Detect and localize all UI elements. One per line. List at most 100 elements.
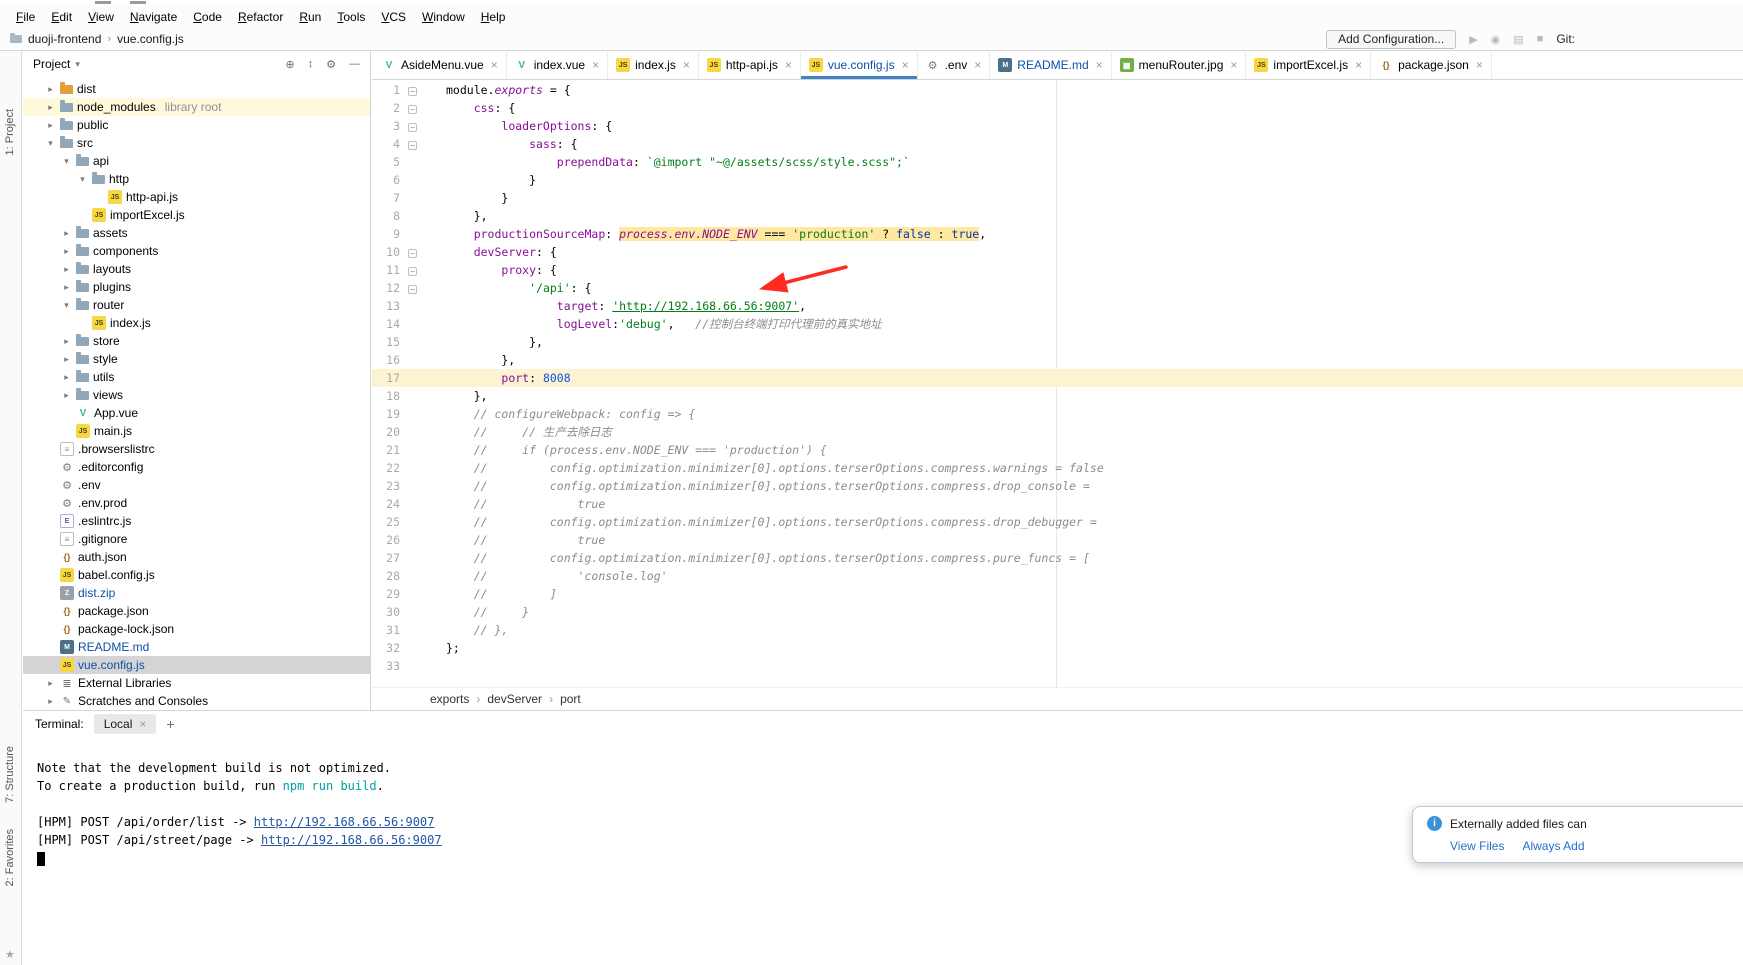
code-line-24[interactable]: 24 // true xyxy=(372,495,1743,513)
code-line-17[interactable]: 17 port: 8008 xyxy=(372,369,1743,387)
tree-item-external-libraries[interactable]: ▸≣External Libraries xyxy=(23,674,370,692)
code-line-2[interactable]: 2− css: { xyxy=(372,99,1743,117)
line-number[interactable]: 8 xyxy=(372,207,400,225)
chevron-down-icon[interactable]: ▾ xyxy=(45,138,56,149)
code-line-21[interactable]: 21 // if (process.env.NODE_ENV === 'prod… xyxy=(372,441,1743,459)
coverage-icon[interactable]: ▤ xyxy=(1513,33,1523,46)
close-icon[interactable]: × xyxy=(592,58,599,72)
code-line-29[interactable]: 29 // ] xyxy=(372,585,1743,603)
chevron-down-icon[interactable]: ▾ xyxy=(77,174,88,185)
tree-item-main-js[interactable]: JSmain.js xyxy=(23,422,370,440)
line-number[interactable]: 2 xyxy=(372,99,400,117)
menu-item-vcs[interactable]: VCS xyxy=(373,8,414,26)
locate-file-icon[interactable]: ⊕ xyxy=(285,58,294,71)
tree-item-package-lock-json[interactable]: {}package-lock.json xyxy=(23,620,370,638)
tab-index-js[interactable]: JSindex.js× xyxy=(608,51,699,79)
code-line-7[interactable]: 7 } xyxy=(372,189,1743,207)
breadcrumb-project[interactable]: duoji-frontend xyxy=(28,32,101,46)
chevron-right-icon[interactable]: ▸ xyxy=(61,228,72,239)
code-line-32[interactable]: 32}; xyxy=(372,639,1743,657)
menu-item-tools[interactable]: Tools xyxy=(329,8,373,26)
code-line-33[interactable]: 33 xyxy=(372,657,1743,675)
tab-importexcel-js[interactable]: JSimportExcel.js× xyxy=(1246,51,1371,79)
code-line-16[interactable]: 16 }, xyxy=(372,351,1743,369)
tab-menurouter-jpg[interactable]: ▦menuRouter.jpg× xyxy=(1112,51,1247,79)
close-icon[interactable]: × xyxy=(1476,58,1483,72)
code-line-11[interactable]: 11− proxy: { xyxy=(372,261,1743,279)
code-line-3[interactable]: 3− loaderOptions: { xyxy=(372,117,1743,135)
line-number[interactable]: 31 xyxy=(372,621,400,639)
tree-item-router[interactable]: ▾router xyxy=(23,296,370,314)
code-line-20[interactable]: 20 // // 生产去除日志 xyxy=(372,423,1743,441)
code-line-5[interactable]: 5 prependData: `@import "~@/assets/scss/… xyxy=(372,153,1743,171)
menu-item-refactor[interactable]: Refactor xyxy=(230,8,291,26)
tree-item-gitignore[interactable]: ≡.gitignore xyxy=(23,530,370,548)
tool-stripe-project-button[interactable]: 1: Project xyxy=(4,109,16,155)
tree-item-importexcel-js[interactable]: JSimportExcel.js xyxy=(23,206,370,224)
new-terminal-icon[interactable]: + xyxy=(166,716,174,732)
line-number[interactable]: 1 xyxy=(372,81,400,99)
chevron-right-icon[interactable]: ▸ xyxy=(45,696,56,707)
line-number[interactable]: 23 xyxy=(372,477,400,495)
line-number[interactable]: 33 xyxy=(372,657,400,675)
chevron-down-icon[interactable]: ▾ xyxy=(61,300,72,311)
favorites-star-icon[interactable]: ★ xyxy=(5,948,15,961)
line-number[interactable]: 20 xyxy=(372,423,400,441)
git-branch-label[interactable]: Git: xyxy=(1556,32,1575,46)
tree-item-app-vue[interactable]: VApp.vue xyxy=(23,404,370,422)
chevron-down-icon[interactable]: ▾ xyxy=(75,59,80,70)
close-icon[interactable]: × xyxy=(1096,58,1103,72)
code-line-10[interactable]: 10− devServer: { xyxy=(372,243,1743,261)
line-number[interactable]: 16 xyxy=(372,351,400,369)
line-number[interactable]: 10 xyxy=(372,243,400,261)
code-line-15[interactable]: 15 }, xyxy=(372,333,1743,351)
tree-item-editorconfig[interactable]: ⚙.editorconfig xyxy=(23,458,370,476)
fold-icon[interactable]: − xyxy=(408,267,417,276)
tree-item-readme-md[interactable]: MREADME.md xyxy=(23,638,370,656)
line-number[interactable]: 13 xyxy=(372,297,400,315)
code-line-9[interactable]: 9 productionSourceMap: process.env.NODE_… xyxy=(372,225,1743,243)
line-number[interactable]: 32 xyxy=(372,639,400,657)
code-line-12[interactable]: 12− '/api': { xyxy=(372,279,1743,297)
tree-item-store[interactable]: ▸store xyxy=(23,332,370,350)
line-number[interactable]: 7 xyxy=(372,189,400,207)
close-icon[interactable]: × xyxy=(1355,58,1362,72)
fold-icon[interactable]: − xyxy=(408,249,417,258)
chevron-right-icon[interactable]: ▸ xyxy=(61,354,72,365)
close-icon[interactable]: × xyxy=(1230,58,1237,72)
fold-icon[interactable]: − xyxy=(408,141,417,150)
code-line-19[interactable]: 19 // configureWebpack: config => { xyxy=(372,405,1743,423)
line-number[interactable]: 6 xyxy=(372,171,400,189)
close-icon[interactable]: × xyxy=(785,58,792,72)
tab-env[interactable]: ⚙.env× xyxy=(918,51,991,79)
chevron-right-icon[interactable]: ▸ xyxy=(61,336,72,347)
close-icon[interactable]: × xyxy=(902,58,909,72)
settings-gear-icon[interactable]: ⚙ xyxy=(326,58,336,71)
terminal-link[interactable]: http://192.168.66.56:9007 xyxy=(254,815,435,829)
line-number[interactable]: 28 xyxy=(372,567,400,585)
tab-http-api-js[interactable]: JShttp-api.js× xyxy=(699,51,801,79)
tree-item-vue-config-js[interactable]: JSvue.config.js xyxy=(23,656,370,674)
chevron-down-icon[interactable]: ▾ xyxy=(61,156,72,167)
breadcrumb-port[interactable]: port xyxy=(560,692,581,706)
code-line-6[interactable]: 6 } xyxy=(372,171,1743,189)
tool-stripe-structure-button[interactable]: 7: Structure xyxy=(4,746,16,803)
hide-panel-icon[interactable]: — xyxy=(349,58,360,71)
breadcrumb-file[interactable]: vue.config.js xyxy=(117,32,184,46)
breadcrumb-devserver[interactable]: devServer xyxy=(487,692,542,706)
terminal-tab-local[interactable]: Local × xyxy=(94,714,157,734)
menu-item-run[interactable]: Run xyxy=(291,8,329,26)
chevron-right-icon[interactable]: ▸ xyxy=(61,264,72,275)
line-number[interactable]: 14 xyxy=(372,315,400,333)
tree-item-views[interactable]: ▸views xyxy=(23,386,370,404)
code-line-30[interactable]: 30 // } xyxy=(372,603,1743,621)
line-number[interactable]: 30 xyxy=(372,603,400,621)
code-editor[interactable]: 1−module.exports = {2− css: {3− loaderOp… xyxy=(372,81,1743,687)
line-number[interactable]: 4 xyxy=(372,135,400,153)
code-line-18[interactable]: 18 }, xyxy=(372,387,1743,405)
code-line-25[interactable]: 25 // config.optimization.minimizer[0].o… xyxy=(372,513,1743,531)
close-icon[interactable]: × xyxy=(139,717,146,731)
tree-item-node-modules[interactable]: ▸node_moduleslibrary root xyxy=(23,98,370,116)
chevron-right-icon[interactable]: ▸ xyxy=(61,390,72,401)
tree-item-layouts[interactable]: ▸layouts xyxy=(23,260,370,278)
